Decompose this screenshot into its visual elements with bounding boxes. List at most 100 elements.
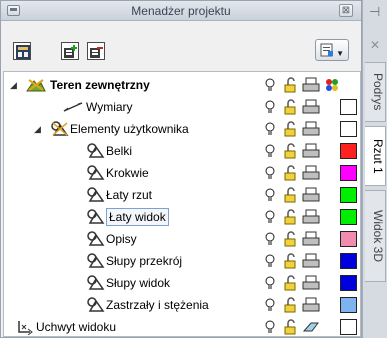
add-layer-button[interactable] xyxy=(61,42,79,60)
layer-tree: ◢ Teren zewnętrzny Wymiary ◢ Elementy uż… xyxy=(3,71,361,337)
toolbar: ▼ xyxy=(1,21,361,67)
bulb-icon[interactable] xyxy=(264,99,276,115)
layer-color-swatch[interactable] xyxy=(340,99,357,115)
remove-layer-icon xyxy=(90,47,103,58)
layer-color-swatch[interactable] xyxy=(340,121,357,137)
remove-layer-button[interactable] xyxy=(87,42,105,60)
bulb-icon[interactable] xyxy=(264,143,276,159)
project-properties-icon xyxy=(16,45,30,59)
tree-item-label-selected: Łaty widok xyxy=(106,208,169,226)
bulb-icon[interactable] xyxy=(264,275,276,291)
tree-item-label: Zastrzały i stężenia xyxy=(106,298,209,312)
layer-color-swatch[interactable] xyxy=(340,253,357,269)
collapse-icon[interactable]: ◢ xyxy=(10,80,17,91)
bulb-icon[interactable] xyxy=(264,77,276,93)
sublayer-icon xyxy=(87,253,105,268)
tree-item-label: Słupy widok xyxy=(106,276,171,290)
close-icon[interactable]: ✕ xyxy=(370,38,380,52)
tree-row[interactable]: Słupy widok xyxy=(4,272,360,294)
collapse-icon[interactable]: ◢ xyxy=(34,124,41,135)
tree-row[interactable]: Wymiary xyxy=(4,96,360,118)
printer-icon[interactable] xyxy=(302,77,320,93)
layer-color-swatch[interactable] xyxy=(340,275,357,291)
view-options-button[interactable]: ▼ xyxy=(315,39,349,61)
printer-icon[interactable] xyxy=(302,99,320,115)
side-tab-strip: ⊣ ✕ Podrys Rzut 1 Widok 3D xyxy=(362,0,387,338)
tree-item-label: Elementy użytkownika xyxy=(70,122,189,136)
tree-item-label: Słupy przekrój xyxy=(106,254,183,268)
printer-icon[interactable] xyxy=(302,297,320,313)
bulb-icon[interactable] xyxy=(264,231,276,247)
lock-open-icon[interactable] xyxy=(284,121,298,137)
eraser-icon[interactable] xyxy=(302,319,320,335)
layer-color-swatch[interactable] xyxy=(340,209,357,225)
tree-item-label: Belki xyxy=(106,144,133,158)
tree-row[interactable]: Krokwie xyxy=(4,162,360,184)
color-palette-icon[interactable] xyxy=(324,77,340,93)
layer-color-swatch[interactable] xyxy=(340,143,357,159)
printer-icon[interactable] xyxy=(302,165,320,181)
lock-open-icon[interactable] xyxy=(284,253,298,269)
tree-row[interactable]: Uchwyt widoku xyxy=(4,316,360,338)
tree-item-label: Wymiary xyxy=(86,100,133,114)
sublayer-icon xyxy=(87,231,105,246)
lock-open-icon[interactable] xyxy=(284,165,298,181)
tree-row[interactable]: ◢ Elementy użytkownika xyxy=(4,118,360,140)
tree-item-label: Łaty rzut xyxy=(106,188,153,202)
tree-item-label: Opisy xyxy=(106,232,137,246)
bulb-icon[interactable] xyxy=(264,121,276,137)
chevron-down-icon: ▼ xyxy=(336,49,344,58)
printer-icon[interactable] xyxy=(302,143,320,159)
bulb-icon[interactable] xyxy=(264,253,276,269)
tree-row[interactable]: ◢ Teren zewnętrzny xyxy=(4,74,360,96)
bulb-icon[interactable] xyxy=(264,187,276,203)
tree-item-label: Krokwie xyxy=(106,166,149,180)
pin-icon[interactable]: ⊣ xyxy=(369,4,380,20)
layer-color-swatch[interactable] xyxy=(340,297,357,313)
layer-color-swatch[interactable] xyxy=(340,319,357,335)
lock-open-icon[interactable] xyxy=(284,209,298,225)
bulb-icon[interactable] xyxy=(264,209,276,225)
tab-podrys[interactable]: Podrys xyxy=(365,62,386,122)
printer-icon[interactable] xyxy=(302,121,320,137)
user-elements-icon xyxy=(51,121,69,136)
tree-row[interactable]: Belki xyxy=(4,140,360,162)
layer-color-swatch[interactable] xyxy=(340,231,357,247)
printer-icon[interactable] xyxy=(302,187,320,203)
layer-color-swatch[interactable] xyxy=(340,165,357,181)
tree-row[interactable]: Łaty widok xyxy=(4,206,360,228)
sublayer-icon xyxy=(87,297,105,312)
bulb-icon[interactable] xyxy=(264,319,276,335)
sublayer-icon xyxy=(87,187,105,202)
lock-open-icon[interactable] xyxy=(284,99,298,115)
tree-row[interactable]: Słupy przekrój xyxy=(4,250,360,272)
tab-widok-3d[interactable]: Widok 3D xyxy=(365,190,386,282)
bulb-icon[interactable] xyxy=(264,297,276,313)
view-options-icon xyxy=(320,43,333,57)
printer-icon[interactable] xyxy=(302,275,320,291)
dimension-icon xyxy=(63,102,83,112)
panel-close-button[interactable]: ⊠ xyxy=(339,4,353,17)
tree-row[interactable]: Zastrzały i stężenia xyxy=(4,294,360,316)
sublayer-icon xyxy=(87,143,105,158)
lock-open-icon[interactable] xyxy=(284,297,298,313)
project-properties-button[interactable] xyxy=(13,42,31,60)
sublayer-icon xyxy=(87,209,105,224)
lock-open-icon[interactable] xyxy=(284,77,298,93)
lock-open-icon[interactable] xyxy=(284,187,298,203)
project-manager-panel: Menadżer projektu ⊠ ▼ ◢ Teren zewnętrzny… xyxy=(0,0,362,338)
printer-icon[interactable] xyxy=(302,231,320,247)
tree-row[interactable]: Opisy xyxy=(4,228,360,250)
printer-icon[interactable] xyxy=(302,209,320,225)
lock-open-icon[interactable] xyxy=(284,143,298,159)
layer-color-swatch[interactable] xyxy=(340,187,357,203)
tree-row[interactable]: Łaty rzut xyxy=(4,184,360,206)
lock-open-icon[interactable] xyxy=(284,231,298,247)
panel-titlebar: Menadżer projektu ⊠ xyxy=(1,1,361,21)
bulb-icon[interactable] xyxy=(264,165,276,181)
lock-open-icon[interactable] xyxy=(284,319,298,335)
printer-icon[interactable] xyxy=(302,253,320,269)
sublayer-icon xyxy=(87,165,105,180)
tab-rzut-1[interactable]: Rzut 1 xyxy=(365,126,386,186)
lock-open-icon[interactable] xyxy=(284,275,298,291)
